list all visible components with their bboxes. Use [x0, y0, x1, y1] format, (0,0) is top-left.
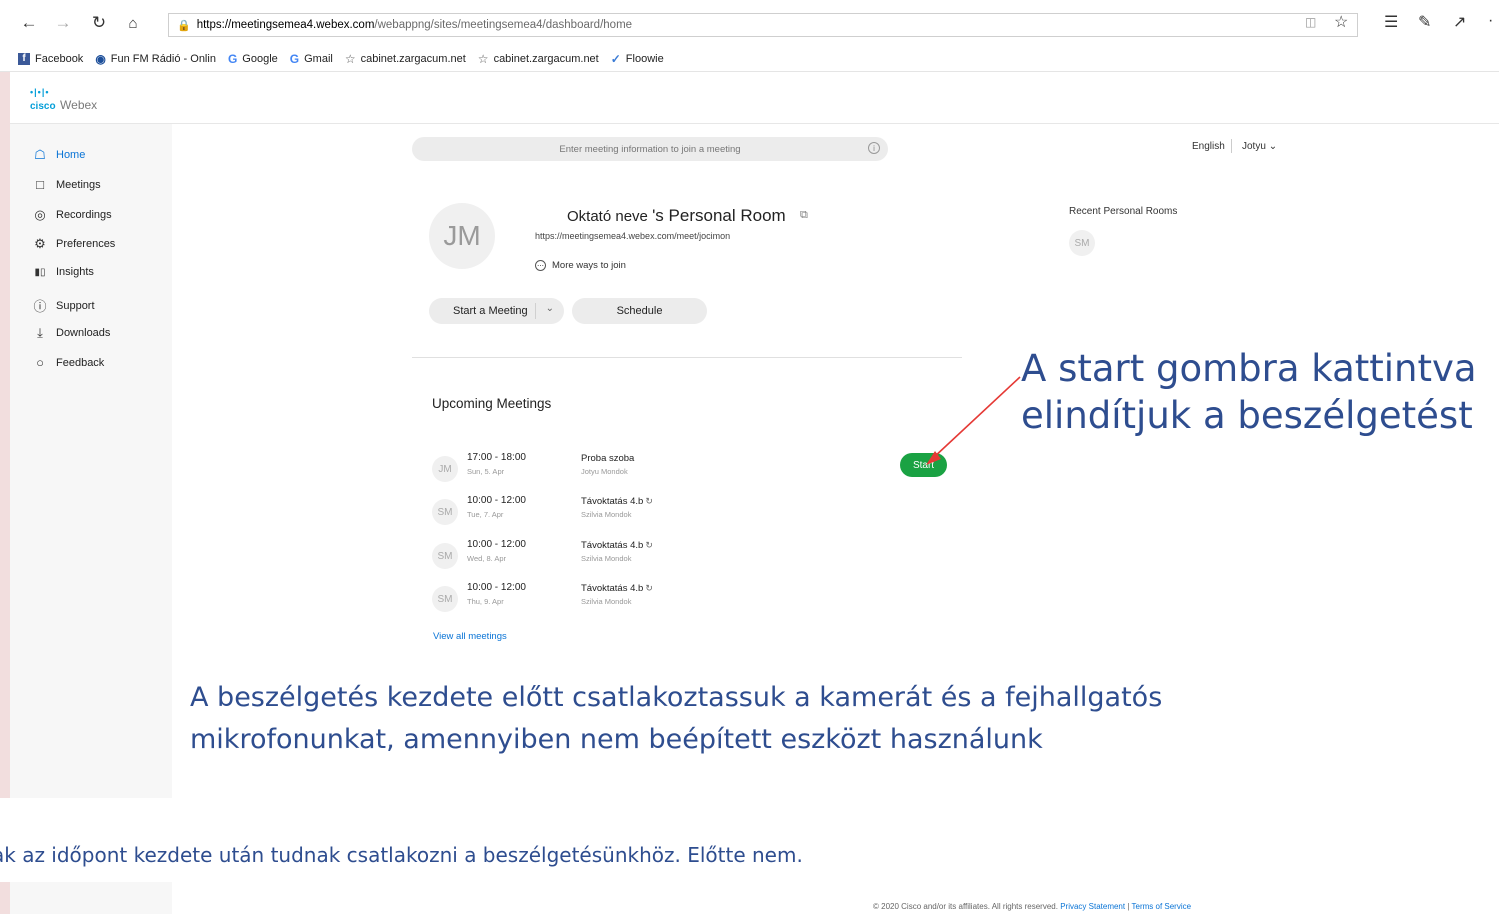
terms-link[interactable]: Terms of Service	[1132, 902, 1192, 911]
annotation-strip	[0, 798, 1499, 882]
privacy-link[interactable]: Privacy Statement	[1060, 902, 1125, 911]
footer: © 2020 Cisco and/or its affiliates. All …	[873, 902, 1192, 911]
annotation-arrow	[926, 376, 1021, 465]
annotation-right-line1: A start gombra kattintva	[1021, 347, 1477, 390]
sidebar	[10, 882, 172, 914]
annotation-right: A start gombra kattintva elindítjuk a be…	[1021, 345, 1499, 439]
arrow-line	[931, 376, 1021, 460]
annotation-mid-line2: mikrofonunkat, amennyiben nem beépített …	[190, 724, 1043, 755]
annotation-middle: A beszélgetés kezdete előtt csatlakoztas…	[190, 677, 1162, 761]
annotation-bottom: ak az időpont kezdete után tudnak csatla…	[0, 843, 803, 867]
annotation-mid-line1: A beszélgetés kezdete előtt csatlakoztas…	[190, 682, 1163, 713]
annotation-right-line2: elindítjuk a beszélgetést	[1021, 394, 1473, 437]
copyright: © 2020 Cisco and/or its affiliates. All …	[873, 902, 1058, 911]
